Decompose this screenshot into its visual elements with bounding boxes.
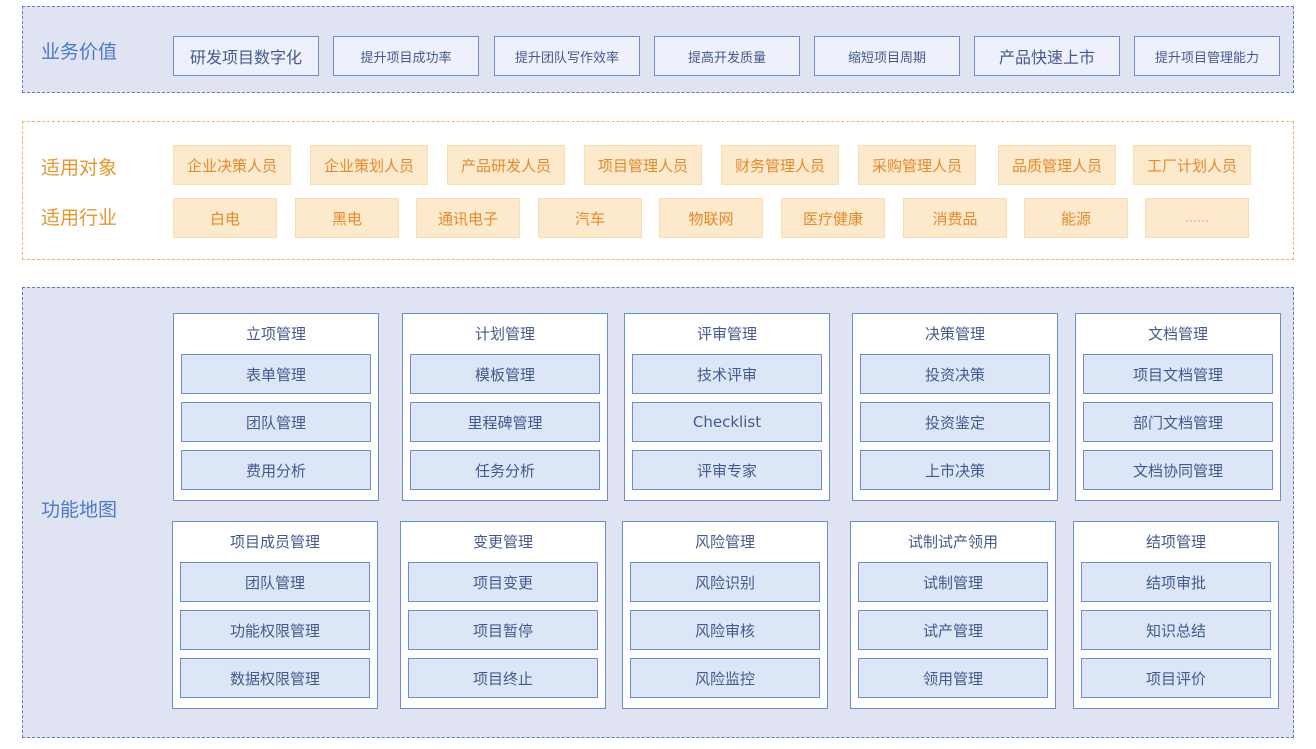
value-item-dev-quality: 提高开发质量	[654, 36, 800, 76]
function-item: 投资决策	[860, 354, 1050, 394]
industry-item: 通讯电子	[416, 198, 520, 238]
value-item-pm-capability: 提升项目管理能力	[1134, 36, 1280, 76]
function-card-document: 文档管理 项目文档管理 部门文档管理 文档协同管理	[1075, 313, 1281, 501]
industry-item: 能源	[1024, 198, 1128, 238]
industry-item-more: ......	[1145, 198, 1249, 238]
target-user-item: 财务管理人员	[721, 145, 839, 185]
function-card-title: 决策管理	[924, 325, 985, 343]
target-users-label: 适用对象	[41, 157, 118, 179]
function-item: 部门文档管理	[1083, 402, 1273, 442]
function-item: 技术评审	[632, 354, 822, 394]
function-item: 试产管理	[858, 610, 1048, 650]
function-item: 功能权限管理	[180, 610, 370, 650]
target-user-item: 品质管理人员	[998, 145, 1116, 185]
function-item: 风险监控	[630, 658, 820, 698]
function-card-title: 文档管理	[1147, 325, 1208, 343]
value-item-team-efficiency: 提升团队写作效率	[494, 36, 640, 76]
function-card-title: 计划管理	[474, 325, 535, 343]
function-item: 知识总结	[1081, 610, 1271, 650]
function-item: 试制管理	[858, 562, 1048, 602]
function-card-plan: 计划管理 模板管理 里程碑管理 任务分析	[402, 313, 608, 501]
business-value-section: 业务价值 研发项目数字化 提升项目成功率 提升团队写作效率 提高开发质量 缩短项…	[22, 6, 1294, 93]
target-user-item: 企业策划人员	[310, 145, 428, 185]
industries-label: 适用行业	[41, 207, 118, 229]
function-card-trial-production: 试制试产领用 试制管理 试产管理 领用管理	[850, 521, 1056, 709]
function-card-title: 变更管理	[472, 533, 533, 551]
function-card-title: 风险管理	[694, 533, 755, 551]
function-card-risk: 风险管理 风险识别 风险审核 风险监控	[622, 521, 828, 709]
function-item: 数据权限管理	[180, 658, 370, 698]
industry-item: 白电	[173, 198, 277, 238]
function-item: 结项审批	[1081, 562, 1271, 602]
function-card-title: 结项管理	[1145, 533, 1206, 551]
function-item: 项目文档管理	[1083, 354, 1273, 394]
target-user-item: 工厂计划人员	[1133, 145, 1251, 185]
function-card-member: 项目成员管理 团队管理 功能权限管理 数据权限管理	[172, 521, 378, 709]
function-item: 项目变更	[408, 562, 598, 602]
value-item-fast-launch: 产品快速上市	[974, 36, 1120, 76]
function-card-closure: 结项管理 结项审批 知识总结 项目评价	[1073, 521, 1279, 709]
function-card-title: 评审管理	[696, 325, 757, 343]
function-item: 表单管理	[181, 354, 371, 394]
function-item: Checklist	[632, 402, 822, 442]
function-item: 项目终止	[408, 658, 598, 698]
function-item: 文档协同管理	[1083, 450, 1273, 490]
function-card-title: 项目成员管理	[229, 533, 320, 551]
industry-item: 汽车	[538, 198, 642, 238]
target-user-item: 产品研发人员	[447, 145, 565, 185]
function-item: 项目暂停	[408, 610, 598, 650]
function-item: 风险识别	[630, 562, 820, 602]
target-user-item: 项目管理人员	[584, 145, 702, 185]
function-item: 项目评价	[1081, 658, 1271, 698]
function-card-project-initiation: 立项管理 表单管理 团队管理 费用分析	[173, 313, 379, 501]
value-item-shorten-cycle: 缩短项目周期	[814, 36, 960, 76]
function-item: 团队管理	[181, 402, 371, 442]
industry-item: 物联网	[659, 198, 763, 238]
industry-item: 消费品	[903, 198, 1007, 238]
target-user-item: 企业决策人员	[173, 145, 291, 185]
industry-item: 医疗健康	[781, 198, 885, 238]
function-card-title: 试制试产领用	[907, 533, 998, 551]
function-item: 上市决策	[860, 450, 1050, 490]
function-item: 投资鉴定	[860, 402, 1050, 442]
value-item-digitalization: 研发项目数字化	[173, 36, 319, 76]
value-item-success-rate: 提升项目成功率	[333, 36, 479, 76]
function-item: 评审专家	[632, 450, 822, 490]
function-card-change: 变更管理 项目变更 项目暂停 项目终止	[400, 521, 606, 709]
function-card-decision: 决策管理 投资决策 投资鉴定 上市决策	[852, 313, 1058, 501]
function-map-section: 功能地图 立项管理 表单管理 团队管理 费用分析 计划管理 模板管理 里程碑管理…	[22, 287, 1294, 738]
function-item: 领用管理	[858, 658, 1048, 698]
function-item: 里程碑管理	[410, 402, 600, 442]
function-item: 风险审核	[630, 610, 820, 650]
applicable-section: 适用对象 适用行业 企业决策人员 企业策划人员 产品研发人员 项目管理人员 财务…	[22, 121, 1294, 260]
function-item: 团队管理	[180, 562, 370, 602]
function-card-review: 评审管理 技术评审 Checklist 评审专家	[624, 313, 830, 501]
function-item: 模板管理	[410, 354, 600, 394]
business-value-label: 业务价值	[41, 41, 118, 63]
function-item: 费用分析	[181, 450, 371, 490]
target-user-item: 采购管理人员	[858, 145, 976, 185]
function-item: 任务分析	[410, 450, 600, 490]
function-map-label: 功能地图	[41, 499, 118, 521]
industry-item: 黑电	[295, 198, 399, 238]
function-card-title: 立项管理	[245, 325, 306, 343]
